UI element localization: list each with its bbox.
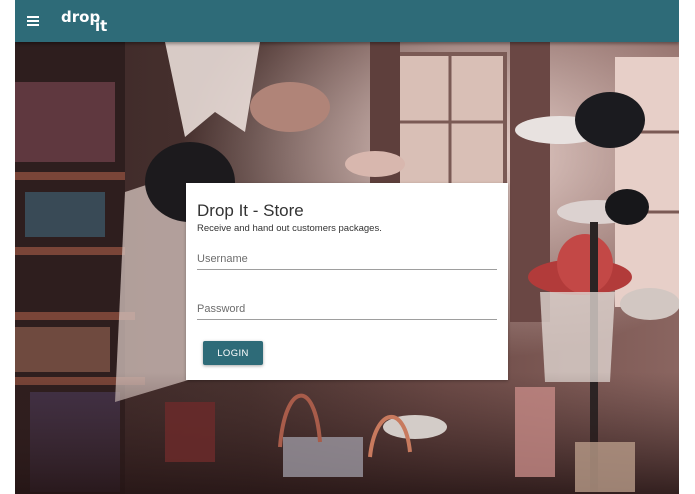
app-bar: drop it — [15, 0, 679, 42]
app-window: drop it Drop It - Store Receive and hand… — [15, 0, 679, 494]
username-input[interactable] — [197, 249, 497, 269]
login-title: Drop It - Store — [197, 201, 304, 220]
username-field-container — [197, 249, 497, 270]
brand-logo-word-it: it — [95, 17, 108, 35]
login-button[interactable]: LOGIN — [203, 341, 263, 365]
password-field-container — [197, 299, 497, 320]
login-subtitle: Receive and hand out customers packages. — [197, 223, 382, 234]
password-input[interactable] — [197, 299, 497, 319]
hamburger-menu-icon[interactable] — [23, 9, 47, 33]
login-card: Drop It - Store Receive and hand out cus… — [186, 183, 508, 380]
